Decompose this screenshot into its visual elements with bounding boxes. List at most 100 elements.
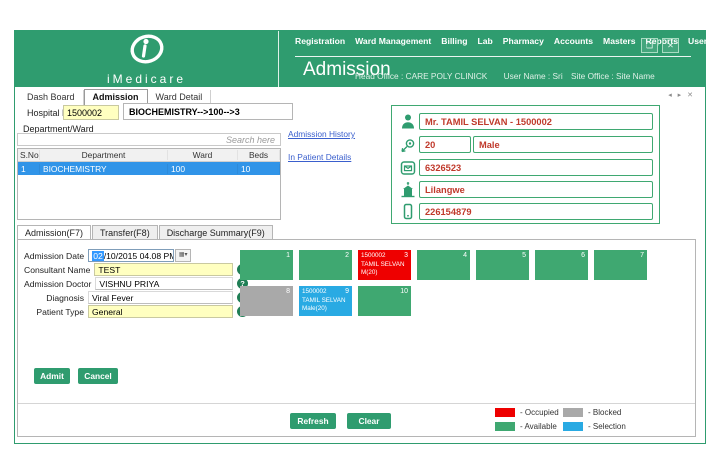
table-row[interactable]: 1 BIOCHEMISTRY 100 10 <box>18 162 280 175</box>
bed-grid-row-1: 1 2 15000023 TAMIL SELVANM(20) 4 5 6 7 <box>240 250 647 280</box>
age-gender-icon <box>397 137 419 153</box>
blocked-label: - Blocked <box>588 408 621 417</box>
main-menu: Registration Ward Management Billing Lab… <box>295 36 695 46</box>
admission-date-input[interactable]: 02/10/2015 04.08 PM <box>88 249 174 262</box>
clear-button[interactable]: Clear <box>347 413 391 429</box>
department-path-box: BIOCHEMISTRY-->100-->3 <box>123 103 293 120</box>
home-phone-icon <box>397 160 419 176</box>
selection-swatch <box>563 422 583 431</box>
available-label: - Available <box>520 422 557 431</box>
user-name-label: User Name : Sri <box>504 71 563 81</box>
logo: iMedicare <box>15 31 279 87</box>
restore-window-icon[interactable]: ❏ <box>641 38 658 53</box>
patient-name-field: Mr. TAMIL SELVAN - 1500002 <box>419 113 653 130</box>
cell-sno: 1 <box>18 164 40 174</box>
tab-dashboard[interactable]: Dash Board <box>19 90 84 105</box>
admission-date-row: Admission Date 02/10/2015 04.08 PM ▦▾ <box>24 249 248 262</box>
close-window-icon[interactable]: ✕ <box>662 38 679 53</box>
cell-department: BIOCHEMISTRY <box>40 164 168 174</box>
bed-6[interactable]: 6 <box>535 250 588 280</box>
hospital-no-input[interactable]: 1500002 <box>63 105 119 120</box>
admission-doctor-label: Admission Doctor <box>24 279 91 289</box>
menu-pharmacy[interactable]: Pharmacy <box>503 36 544 46</box>
office-info: Head Office : CARE POLY CLINICK User Nam… <box>355 71 563 81</box>
menu-masters[interactable]: Masters <box>603 36 635 46</box>
refresh-button[interactable]: Refresh <box>290 413 336 429</box>
app-window: iMedicare Registration Ward Management B… <box>14 30 706 444</box>
consultant-name-input[interactable]: TEST <box>94 263 233 276</box>
menu-registration[interactable]: Registration <box>295 36 345 46</box>
menu-ward-management[interactable]: Ward Management <box>355 36 431 46</box>
imedicare-logo-icon <box>124 32 170 71</box>
head-office-label: Head Office : CARE POLY CLINICK <box>355 71 487 81</box>
occupied-swatch <box>495 408 515 417</box>
bed-4[interactable]: 4 <box>417 250 470 280</box>
blocked-swatch <box>563 408 583 417</box>
col-ward: Ward <box>168 150 238 160</box>
panel-divider <box>18 403 695 404</box>
search-input[interactable]: Search here <box>17 133 281 146</box>
date-rest: /10/2015 04.08 PM <box>104 251 174 261</box>
site-office-label: Site Office : Site Name <box>571 71 655 81</box>
bed-5[interactable]: 5 <box>476 250 529 280</box>
admission-doctor-row: Admission Doctor VISHNU PRIYA ? <box>24 277 248 290</box>
menu-user-details[interactable]: User Details <box>688 36 720 46</box>
patient-gender-field: Male <box>473 136 653 153</box>
patient-type-input[interactable]: General <box>88 305 233 318</box>
patient-phone-field: 6326523 <box>419 159 653 176</box>
department-table: S.No Department Ward Beds 1 BIOCHEMISTRY… <box>17 148 281 220</box>
menu-underline <box>295 56 691 57</box>
patient-city-field: Lilangwe <box>419 181 653 198</box>
table-header-row: S.No Department Ward Beds <box>18 149 280 162</box>
header-bar: iMedicare Registration Ward Management B… <box>15 31 705 87</box>
patient-mobile-field: 226154879 <box>419 203 653 220</box>
window-controls: ❏ ✕ <box>641 38 679 53</box>
legend-available: - Available <box>495 422 557 431</box>
bed-8-blocked[interactable]: 8 <box>240 286 293 316</box>
patient-age-field: 20 <box>419 136 471 153</box>
bed-1[interactable]: 1 <box>240 250 293 280</box>
bed-grid-row-2: 8 15000029 TAMIL SELVANMale(20) 10 <box>240 286 411 316</box>
patient-age-gender-row: 20 Male <box>397 136 653 153</box>
diagnosis-input[interactable]: Viral Fever <box>88 291 233 304</box>
legend-blocked: - Blocked <box>563 408 621 417</box>
menu-accounts[interactable]: Accounts <box>554 36 593 46</box>
patient-city-row: Lilangwe <box>397 181 653 198</box>
bed-7[interactable]: 7 <box>594 250 647 280</box>
bed-2[interactable]: 2 <box>299 250 352 280</box>
bed-10[interactable]: 10 <box>358 286 411 316</box>
bed-9-selected[interactable]: 15000029 TAMIL SELVANMale(20) <box>299 286 352 316</box>
diagnosis-row: Diagnosis Viral Fever ? <box>24 291 248 304</box>
calendar-dropdown-icon[interactable]: ▦▾ <box>175 249 191 262</box>
mobile-icon <box>397 203 419 220</box>
inpatient-details-link[interactable]: In Patient Details <box>288 152 351 162</box>
admission-doctor-input[interactable]: VISHNU PRIYA <box>95 277 233 290</box>
admit-button[interactable]: Admit <box>34 368 70 384</box>
date-day-selected: 02 <box>92 251 104 261</box>
admission-tab-panel: Admission Date 02/10/2015 04.08 PM ▦▾ Co… <box>17 239 696 437</box>
city-icon <box>397 181 419 198</box>
tab-scroll-icons[interactable]: ◂ ▸ ✕ <box>668 91 695 99</box>
patient-mobile-row: 226154879 <box>397 203 653 220</box>
patient-type-label: Patient Type <box>24 307 84 317</box>
menu-lab[interactable]: Lab <box>478 36 493 46</box>
bed-3-occupied[interactable]: 15000023 TAMIL SELVANM(20) <box>358 250 411 280</box>
cell-ward: 100 <box>168 164 238 174</box>
patient-type-row: Patient Type General ? <box>24 305 248 318</box>
col-sno: S.No <box>18 150 40 160</box>
diagnosis-label: Diagnosis <box>24 293 84 303</box>
admission-date-label: Admission Date <box>24 251 84 261</box>
patient-name-row: Mr. TAMIL SELVAN - 1500002 <box>397 113 653 130</box>
occupied-label: - Occupied <box>520 408 559 417</box>
consultant-row: Consultant Name TEST ? <box>24 263 248 276</box>
patient-icon <box>397 113 419 130</box>
logo-wordmark: iMedicare <box>107 72 186 86</box>
consultant-name-label: Consultant Name <box>24 265 90 275</box>
selection-label: - Selection <box>588 422 626 431</box>
cell-beds: 10 <box>238 164 280 174</box>
admission-history-link[interactable]: Admission History <box>288 129 355 139</box>
col-beds: Beds <box>238 150 280 160</box>
legend-occupied: - Occupied <box>495 408 559 417</box>
cancel-button[interactable]: Cancel <box>78 368 118 384</box>
menu-billing[interactable]: Billing <box>441 36 467 46</box>
